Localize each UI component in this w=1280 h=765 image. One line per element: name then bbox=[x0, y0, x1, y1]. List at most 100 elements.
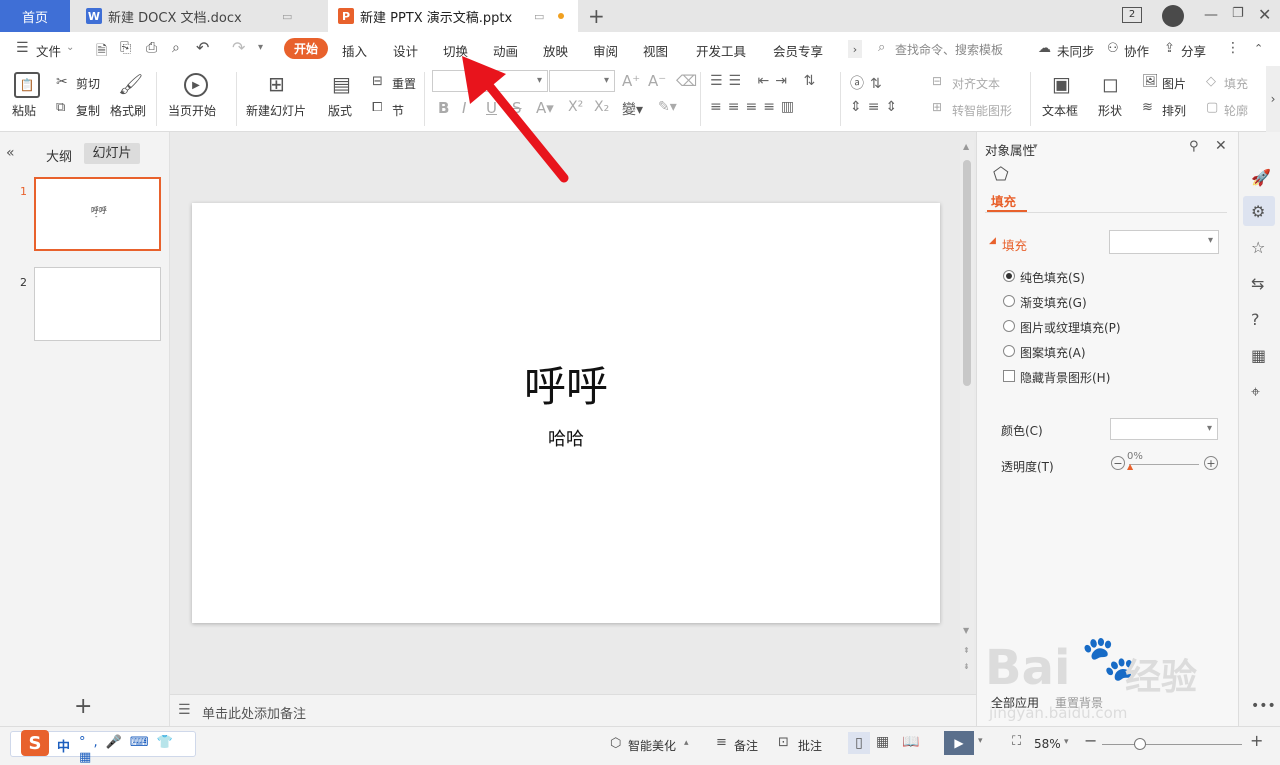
solid-fill-label[interactable]: 纯色填充(S) bbox=[1020, 269, 1085, 286]
next-slide-icon[interactable]: ⇟ bbox=[963, 662, 970, 671]
pattern-fill-label[interactable]: 图案填充(A) bbox=[1020, 344, 1086, 361]
paste-icon[interactable]: 📋 bbox=[14, 72, 40, 98]
fill-button[interactable]: 填充 bbox=[1224, 75, 1248, 92]
radio-picture-fill[interactable] bbox=[1003, 320, 1015, 332]
tab-outline[interactable]: 大纲 bbox=[46, 146, 72, 165]
menu-member[interactable]: 会员专享 bbox=[773, 41, 823, 60]
monitor-icon[interactable]: ▭ bbox=[534, 10, 544, 23]
menu-scroll-right-icon[interactable]: › bbox=[848, 40, 862, 58]
comment-button[interactable]: 批注 bbox=[798, 737, 822, 754]
template-icon[interactable]: ▦ bbox=[1251, 346, 1266, 365]
slideshow-play-icon[interactable]: ▶ bbox=[944, 731, 974, 755]
help-icon[interactable]: ? bbox=[1251, 310, 1260, 329]
prev-slide-icon[interactable]: ⇞ bbox=[963, 646, 970, 655]
decrease-transparency-icon[interactable]: − bbox=[1111, 456, 1125, 470]
sogou-logo-icon[interactable]: S bbox=[21, 730, 49, 756]
print-icon[interactable]: ⎙ bbox=[146, 40, 157, 56]
pane-title[interactable]: 对象属性 bbox=[985, 140, 1035, 159]
scrollbar-thumb[interactable] bbox=[963, 160, 971, 386]
zoom-slider-handle[interactable] bbox=[1134, 738, 1146, 750]
collapse-panel-icon[interactable]: « bbox=[6, 145, 15, 161]
menu-insert[interactable]: 插入 bbox=[342, 41, 367, 60]
close-icon[interactable]: ✕ bbox=[1258, 5, 1271, 24]
export-pdf-icon[interactable]: ⎘ bbox=[120, 40, 131, 56]
ime-toolbar[interactable]: S 中 °,🎤⌨👕▦ bbox=[10, 730, 196, 765]
fill-preset-select[interactable] bbox=[1109, 230, 1219, 254]
location-icon[interactable]: ⌖ bbox=[1251, 382, 1260, 402]
notes-bar[interactable]: ☰ 单击此处添加备注 bbox=[170, 694, 976, 726]
add-tab-icon[interactable]: + bbox=[588, 4, 605, 28]
radio-gradient-fill[interactable] bbox=[1003, 295, 1015, 307]
font-shrink-icon[interactable]: A⁻ bbox=[648, 72, 666, 90]
notes-placeholder[interactable]: 单击此处添加备注 bbox=[202, 703, 306, 722]
normal-view-icon[interactable]: ▯ bbox=[848, 732, 870, 754]
color-select[interactable] bbox=[1110, 418, 1218, 440]
more-icon[interactable]: ⋮ bbox=[1226, 40, 1240, 56]
radio-solid-fill[interactable] bbox=[1003, 270, 1015, 282]
sorter-view-icon[interactable]: ▦ bbox=[876, 734, 889, 750]
slide-subtitle[interactable]: 哈哈 bbox=[192, 425, 940, 451]
more-tools-icon[interactable]: ••• bbox=[1251, 698, 1276, 714]
layout-button[interactable]: 版式 bbox=[328, 102, 352, 119]
scroll-down-icon[interactable]: ▼ bbox=[963, 626, 969, 635]
phonetic-icon[interactable]: 變▾ bbox=[622, 99, 643, 119]
quick-access-more-icon[interactable]: ▾ bbox=[258, 42, 263, 53]
window-count-badge[interactable]: 2 bbox=[1122, 7, 1142, 23]
reset-button[interactable]: 重置 bbox=[392, 75, 416, 92]
beautify-button[interactable]: 智能美化 bbox=[628, 737, 676, 754]
save-icon[interactable]: 🗎 bbox=[96, 40, 107, 64]
tab-docx[interactable]: W 新建 DOCX 文档.docx ▭ bbox=[74, 0, 326, 32]
slider-handle-icon[interactable]: ▲ bbox=[1127, 462, 1133, 471]
slide-thumbnail-2[interactable] bbox=[34, 267, 161, 341]
tab-slides[interactable]: 幻灯片 bbox=[84, 143, 140, 164]
format-painter-button[interactable]: 格式刷 bbox=[110, 102, 146, 119]
ime-tool-icons[interactable]: °,🎤⌨👕▦ bbox=[79, 735, 195, 765]
notes-toggle-button[interactable]: 备注 bbox=[734, 737, 758, 754]
chevron-down-icon[interactable]: ▾ bbox=[978, 736, 983, 746]
from-current-button[interactable]: 当页开始 bbox=[168, 102, 216, 119]
rocket-icon[interactable]: 🚀 bbox=[1251, 168, 1271, 187]
transition-icon[interactable]: ⇆ bbox=[1251, 274, 1264, 293]
textbox-button[interactable]: 文本框 bbox=[1042, 102, 1078, 119]
align-icons[interactable]: ≡≡≡≡▥ bbox=[710, 99, 800, 115]
monitor-icon[interactable]: ▭ bbox=[282, 10, 292, 23]
reset-bg-button[interactable]: 重置背景 bbox=[1055, 694, 1103, 711]
copy-button[interactable]: 复制 bbox=[76, 102, 100, 119]
collapse-ribbon-icon[interactable]: ⌃ bbox=[1254, 42, 1263, 55]
slide-thumbnail-1[interactable]: 呼呼 - bbox=[34, 177, 161, 251]
text-direction-icons[interactable]: ⓐ⇅ bbox=[850, 73, 888, 93]
reading-view-icon[interactable]: 📖 bbox=[902, 734, 919, 750]
chevron-down-icon[interactable]: ▾ bbox=[1064, 737, 1069, 747]
pin-icon[interactable]: ⚲ bbox=[1189, 139, 1199, 154]
picture-button[interactable]: 图片 bbox=[1162, 75, 1186, 92]
zoom-in-icon[interactable]: + bbox=[1250, 731, 1263, 750]
outline-button[interactable]: 轮廓 bbox=[1224, 102, 1248, 119]
avatar[interactable] bbox=[1162, 5, 1184, 27]
chevron-down-icon[interactable]: ▾ bbox=[1033, 142, 1038, 152]
highlight-icon[interactable]: ✎▾ bbox=[658, 99, 677, 115]
undo-icon[interactable]: ↶ bbox=[196, 38, 209, 57]
font-grow-icon[interactable]: A⁺ bbox=[622, 72, 640, 90]
menu-developer[interactable]: 开发工具 bbox=[696, 41, 746, 60]
zoom-out-icon[interactable]: − bbox=[1084, 731, 1097, 750]
cut-button[interactable]: 剪切 bbox=[76, 75, 100, 92]
close-pane-icon[interactable]: ✕ bbox=[1215, 138, 1227, 154]
zoom-level[interactable]: 58% bbox=[1034, 737, 1061, 751]
print-preview-icon[interactable]: ⌕ bbox=[172, 40, 180, 56]
menu-file[interactable]: 文件 bbox=[36, 41, 61, 60]
align-text-button[interactable]: 对齐文本 bbox=[952, 75, 1000, 92]
arrange-button[interactable]: 排列 bbox=[1162, 102, 1186, 119]
menu-design[interactable]: 设计 bbox=[393, 41, 418, 60]
menu-review[interactable]: 审阅 bbox=[593, 41, 618, 60]
minimize-icon[interactable]: — bbox=[1204, 7, 1218, 23]
increase-transparency-icon[interactable]: + bbox=[1204, 456, 1218, 470]
collab-button[interactable]: 协作 bbox=[1124, 41, 1149, 60]
tab-pptx[interactable]: P 新建 PPTX 演示文稿.pptx ▭ bbox=[328, 0, 578, 32]
menu-start[interactable]: 开始 bbox=[284, 38, 328, 59]
star-animation-icon[interactable]: ☆ bbox=[1251, 238, 1265, 257]
restore-icon[interactable]: ❐ bbox=[1232, 6, 1244, 21]
command-search-input[interactable]: 查找命令、搜索模板 bbox=[895, 41, 1003, 58]
paste-button[interactable]: 粘贴 bbox=[12, 102, 36, 119]
chevron-down-icon[interactable]: ⌄ bbox=[66, 42, 74, 53]
hide-bg-label[interactable]: 隐藏背景图形(H) bbox=[1020, 369, 1110, 386]
